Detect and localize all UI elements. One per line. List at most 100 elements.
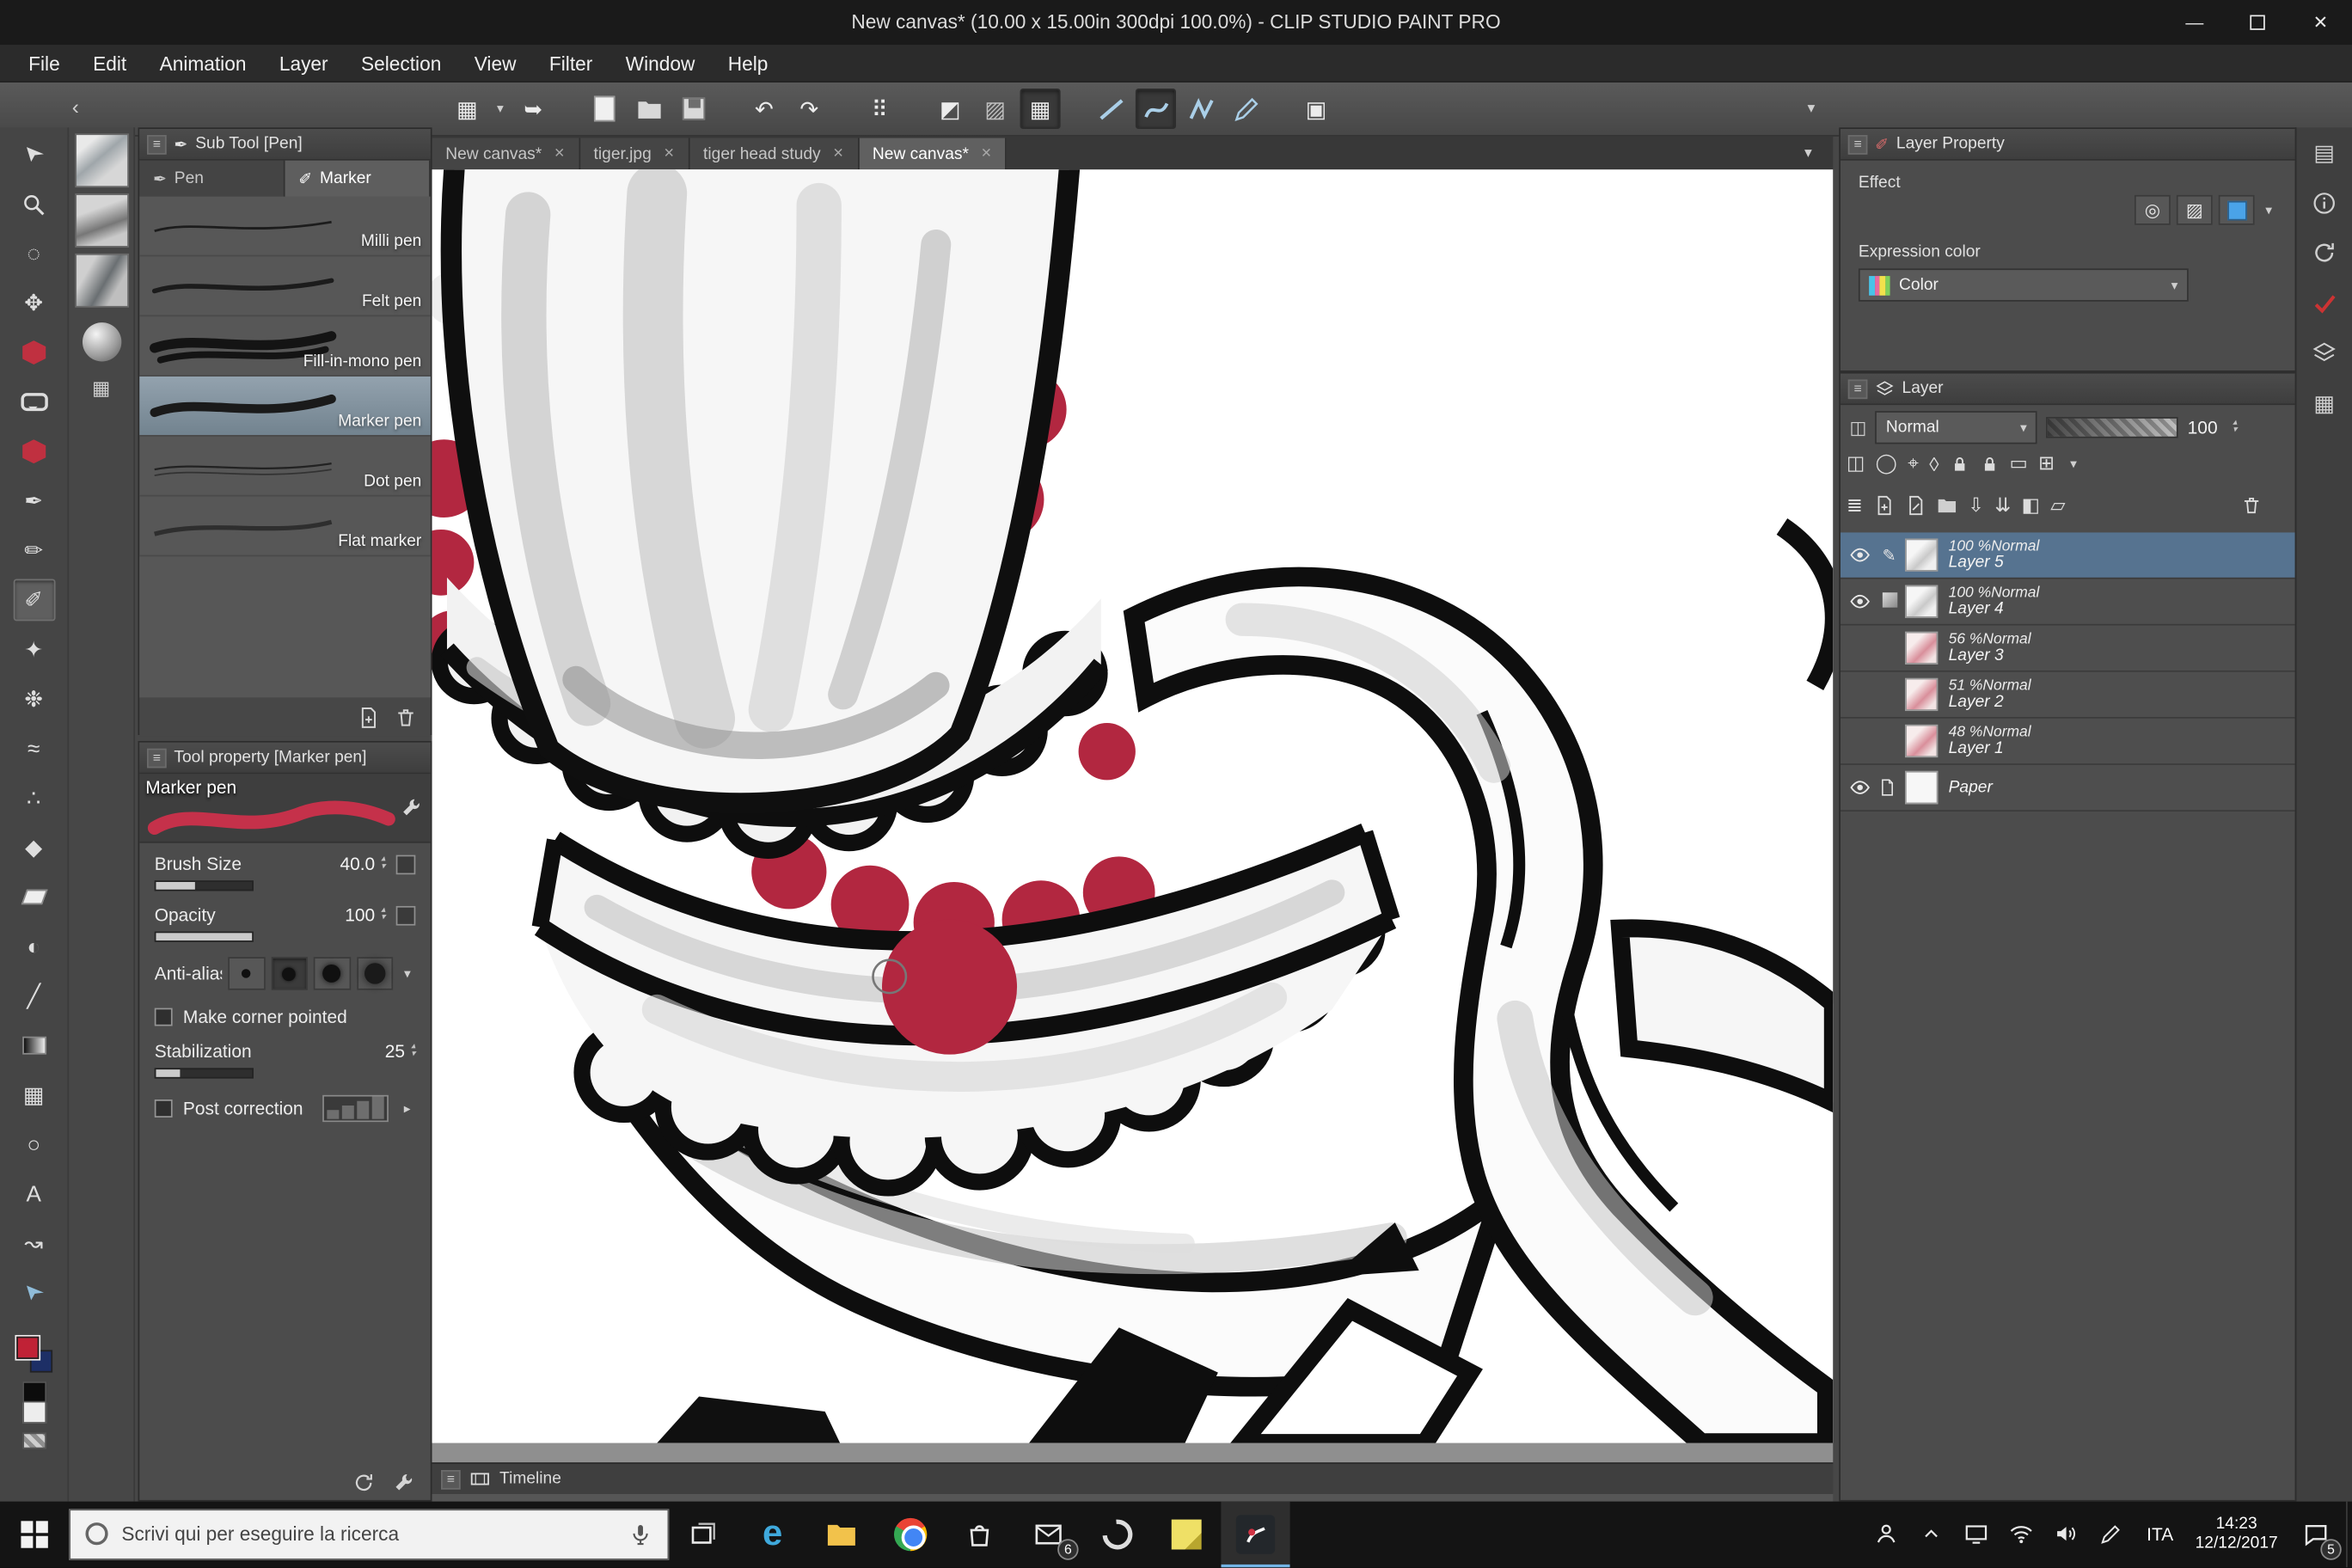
correction-tool-icon[interactable]: ↝ — [13, 1222, 55, 1265]
transparent-bg-icon[interactable]: ▨ — [975, 89, 1015, 129]
expression-color-dropdown[interactable]: Color ▾ — [1859, 268, 2189, 301]
maximize-button[interactable] — [2226, 0, 2288, 45]
brush-size-slider[interactable] — [155, 880, 254, 891]
brush-size-value[interactable]: 40.0 — [340, 854, 375, 874]
sticky-notes-taskbar-icon[interactable] — [1152, 1501, 1221, 1568]
main-color-swatch[interactable] — [15, 1337, 38, 1359]
layer-thumbnail[interactable] — [1905, 725, 1938, 757]
canvas-viewport[interactable] — [432, 169, 1834, 1462]
clip-studio-taskbar-icon[interactable] — [1221, 1501, 1289, 1568]
redo-icon[interactable]: ↷ — [789, 89, 830, 129]
new-raster-layer-icon[interactable] — [1873, 495, 1894, 516]
volume-tray-icon[interactable] — [2043, 1501, 2088, 1568]
clip-studio-check-icon[interactable] — [2311, 290, 2337, 316]
snap-pattern-icon[interactable]: ⠿ — [860, 89, 900, 129]
pencil-tool-icon[interactable]: ✏ — [13, 530, 55, 572]
doc-tab-tiger-head-study[interactable]: tiger head study ✕ — [689, 138, 859, 170]
menu-help[interactable]: Help — [712, 45, 785, 81]
menu-window[interactable]: Window — [609, 45, 711, 81]
layer-row-layer5[interactable]: ✎ 100 %NormalLayer 5 — [1841, 532, 2295, 579]
post-correction-level-widget[interactable] — [322, 1095, 389, 1122]
display-tray-icon[interactable] — [1953, 1501, 1998, 1568]
tab-close-icon[interactable]: ✕ — [981, 145, 992, 162]
taskbar-search-input[interactable]: Scrivi qui per eseguire la ricerca — [69, 1509, 669, 1559]
information-icon[interactable] — [2312, 191, 2337, 217]
close-button[interactable]: ✕ — [2289, 0, 2352, 45]
canvas-frame-icon[interactable]: ▣ — [1296, 89, 1337, 129]
opacity-spinner[interactable]: ▴▾ — [381, 908, 385, 922]
anti-aliasing-none-button[interactable] — [228, 957, 265, 989]
snap-to-ruler-icon[interactable] — [1091, 89, 1131, 129]
bubble-tool-icon[interactable]: ○ — [13, 1124, 55, 1166]
frame-tool-icon[interactable]: ▦ — [13, 1074, 55, 1116]
visibility-eye-icon[interactable] — [1847, 591, 1873, 611]
border-effect-icon[interactable]: ◎ — [2135, 195, 2171, 225]
menu-filter[interactable]: Filter — [533, 45, 609, 81]
tab-list-dropdown-icon[interactable]: ▾ — [1804, 145, 1812, 162]
doc-tab-new-canvas-1[interactable]: New canvas* ✕ — [432, 138, 580, 170]
panel-menu-icon[interactable]: ≡ — [441, 1469, 461, 1489]
panel-menu-icon[interactable]: ≡ — [147, 134, 167, 154]
subtool-preview-1[interactable] — [74, 133, 128, 187]
file-explorer-taskbar-icon[interactable] — [807, 1501, 876, 1568]
workspace-grid-icon[interactable]: ▦ — [447, 89, 487, 129]
subtool-preview-3[interactable] — [74, 254, 128, 308]
reset-tool-icon[interactable] — [352, 1471, 375, 1493]
figure-arrow-tool-icon[interactable]: ➤ — [13, 1272, 55, 1314]
transfer-down-icon[interactable]: ⇩ — [1968, 493, 1984, 518]
apply-mask-icon[interactable]: ▱ — [2050, 493, 2065, 518]
merge-down-icon[interactable]: ⇊ — [1994, 493, 2011, 518]
layer-thumbnail[interactable] — [1905, 632, 1938, 665]
timeline-panel-bar[interactable]: ≡ Timeline — [432, 1462, 1834, 1494]
menu-animation[interactable]: Animation — [143, 45, 262, 81]
opacity-dynamics-button[interactable] — [396, 905, 416, 925]
action-center-button[interactable]: 5 — [2286, 1501, 2346, 1568]
language-indicator[interactable]: ITA — [2133, 1524, 2187, 1545]
subtool-item-felt-pen[interactable]: Felt pen — [139, 256, 431, 316]
layer-row-paper[interactable]: Paper — [1841, 765, 2295, 812]
sync-icon[interactable] — [2312, 240, 2337, 266]
menu-layer[interactable]: Layer — [263, 45, 345, 81]
material-sphere-icon[interactable] — [82, 322, 120, 361]
tab-close-icon[interactable]: ✕ — [664, 145, 675, 162]
make-corner-pointed-checkbox[interactable] — [155, 1008, 173, 1026]
subtool-item-dot-pen[interactable]: Dot pen — [139, 437, 431, 497]
stabilization-slider[interactable] — [155, 1068, 254, 1078]
layer-opacity-value[interactable]: 100 — [2188, 417, 2218, 438]
wand-tool-icon[interactable]: ✦ — [13, 628, 55, 671]
clip-to-layer-below-icon[interactable]: ◫ — [1847, 451, 1865, 475]
menu-file[interactable]: File — [12, 45, 77, 81]
people-tray-icon[interactable] — [1863, 1501, 1908, 1568]
visibility-eye-icon[interactable] — [1847, 544, 1873, 565]
figure-tool-icon[interactable] — [13, 332, 55, 374]
microphone-icon[interactable] — [628, 1522, 652, 1547]
delete-layer-icon[interactable] — [2241, 495, 2262, 516]
layer-row-layer3[interactable]: 56 %NormalLayer 3 — [1841, 626, 2295, 672]
brush-size-spinner[interactable]: ▴▾ — [381, 856, 385, 871]
new-vector-layer-icon[interactable] — [1905, 495, 1926, 516]
new-file-icon[interactable] — [584, 89, 624, 129]
subtool-item-fill-in-mono-pen[interactable]: Fill-in-mono pen — [139, 316, 431, 377]
all-settings-wrench-icon[interactable] — [393, 1471, 415, 1493]
tool-settings-wrench-icon[interactable] — [401, 797, 423, 819]
blend-tool-icon[interactable]: ◐ — [13, 926, 55, 968]
save-icon[interactable] — [673, 89, 714, 129]
anti-aliasing-medium-button[interactable] — [314, 957, 351, 989]
reference-layer-icon[interactable]: ◯ — [1876, 451, 1897, 475]
layer-thumbnail[interactable] — [1905, 585, 1938, 618]
layers-rail-icon[interactable] — [2312, 340, 2337, 366]
lasso-tool-icon[interactable]: ◌ — [13, 232, 55, 274]
show-desktop-strip[interactable] — [2346, 1501, 2352, 1568]
operation-tool-icon[interactable]: ➤ — [13, 133, 55, 175]
panel-menu-icon[interactable]: ≡ — [1848, 379, 1868, 399]
undo-icon[interactable]: ↶ — [744, 89, 784, 129]
frame-border-tool-icon[interactable] — [13, 431, 55, 473]
panel-menu-icon[interactable]: ≡ — [1848, 134, 1868, 154]
lock-layer-icon[interactable] — [1950, 454, 1969, 474]
menu-edit[interactable]: Edit — [77, 45, 143, 81]
store-taskbar-icon[interactable] — [945, 1501, 1014, 1568]
object-tool-icon[interactable]: ✥ — [13, 282, 55, 324]
subtool-preview-2[interactable] — [74, 193, 128, 248]
task-view-button[interactable] — [669, 1501, 738, 1568]
menu-view[interactable]: View — [458, 45, 533, 81]
